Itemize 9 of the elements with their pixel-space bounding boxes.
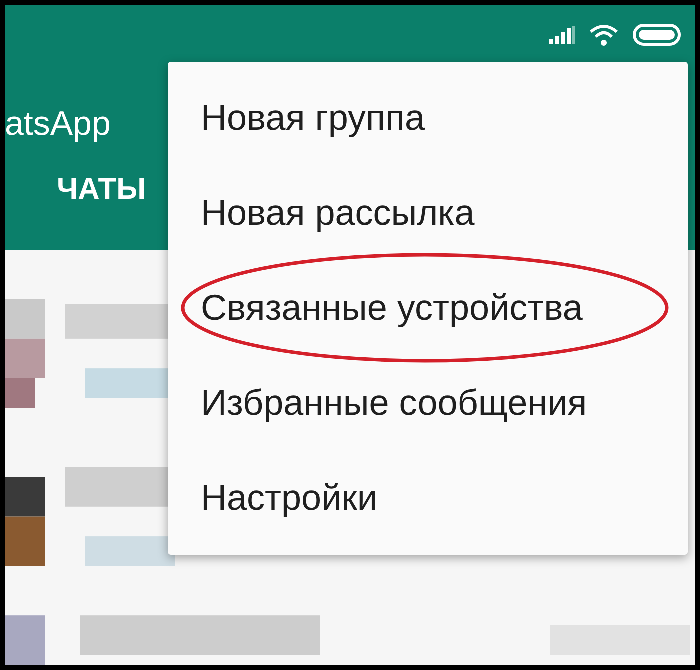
battery-icon (633, 24, 681, 46)
signal-icon (549, 26, 575, 44)
menu-item[interactable]: Новая рассылка (201, 192, 475, 234)
app-title: atsApp (5, 104, 111, 145)
menu-item[interactable]: Настройки (201, 476, 378, 518)
menu-item[interactable]: Новая группа (201, 96, 426, 138)
menu-item[interactable]: Избранные сообщения (201, 382, 588, 424)
tab[interactable]: ЧАТЫ (57, 173, 146, 207)
wifi-icon (589, 24, 619, 46)
